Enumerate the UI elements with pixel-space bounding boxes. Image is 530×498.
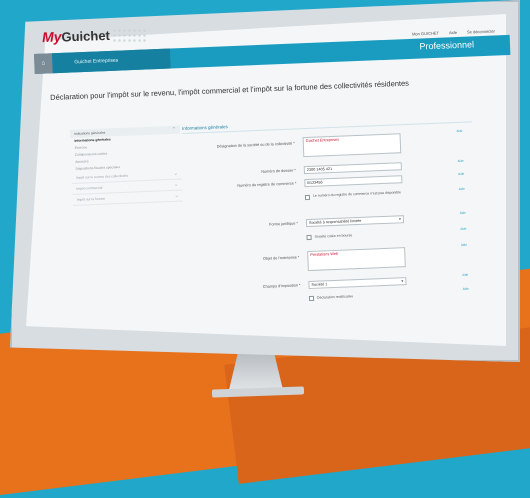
objet-field[interactable]: Prestations Web xyxy=(307,247,406,272)
help-link[interactable]: Aide xyxy=(458,159,464,163)
label-regime: Champs d'imposition * xyxy=(262,283,301,289)
rcs-field[interactable]: B123456 xyxy=(304,175,403,188)
chevron-down-icon: ⌄ xyxy=(173,181,179,188)
chevron-down-icon: ⌄ xyxy=(173,170,178,177)
label-rcs: Numéro du registre de commerce * xyxy=(237,181,297,188)
rectificative-checkbox[interactable] xyxy=(308,295,315,302)
label-denomination: Désignation de la société ou de la colle… xyxy=(216,141,295,149)
help-link[interactable]: Aide xyxy=(460,211,466,215)
rcs-unavailable-label: Le numéro du registre de commerce n'est … xyxy=(312,190,401,198)
cotee-checkbox[interactable] xyxy=(306,234,312,241)
denomination-field[interactable]: Guichet Entreprises xyxy=(302,133,402,158)
form-section-title: Informations générales xyxy=(182,124,228,131)
forme-select[interactable]: Société à responsabilité limitée xyxy=(305,215,405,228)
myguichet-logo[interactable]: MyGuichet xyxy=(42,27,110,45)
rectificative-label: Déclaration rectificative xyxy=(316,294,354,300)
link-mon-guichet[interactable]: Mon GUICHET xyxy=(412,31,439,37)
help-link[interactable]: Aide xyxy=(462,273,468,277)
cotee-label: Société cotée en bourse xyxy=(314,233,353,239)
label-numero: Numéro de dossier * xyxy=(261,168,296,174)
numero-field[interactable]: 2300 1405 421 xyxy=(303,162,402,175)
chevron-down-icon: ⌄ xyxy=(174,192,179,199)
home-icon[interactable]: ⌂ xyxy=(34,53,53,74)
rcs-unavailable-checkbox[interactable] xyxy=(304,194,311,201)
section-title: Professionnel xyxy=(419,39,475,52)
help-link[interactable]: Aide xyxy=(461,243,467,247)
label-forme: Forme juridique * xyxy=(269,221,299,227)
regime-select[interactable]: Société 1 xyxy=(308,277,407,290)
link-aide[interactable]: Aide xyxy=(449,30,457,35)
help-link[interactable]: Aide xyxy=(459,187,465,191)
link-logout[interactable]: Se déconnecter xyxy=(467,29,495,35)
help-link[interactable]: Aide xyxy=(458,172,464,176)
chevron-up-icon: ⌃ xyxy=(171,126,177,133)
logo-dots-decoration xyxy=(112,28,148,42)
sidebar: Indications générales ⌃ Informations gén… xyxy=(70,125,188,320)
help-link[interactable]: Aide xyxy=(460,227,466,231)
label-objet: Objet de l'entreprise * xyxy=(262,255,300,261)
form-panel: Informations générales Désignation de la… xyxy=(182,114,480,325)
help-link[interactable]: Aide xyxy=(463,287,469,291)
help-link[interactable]: Aide xyxy=(456,129,462,133)
